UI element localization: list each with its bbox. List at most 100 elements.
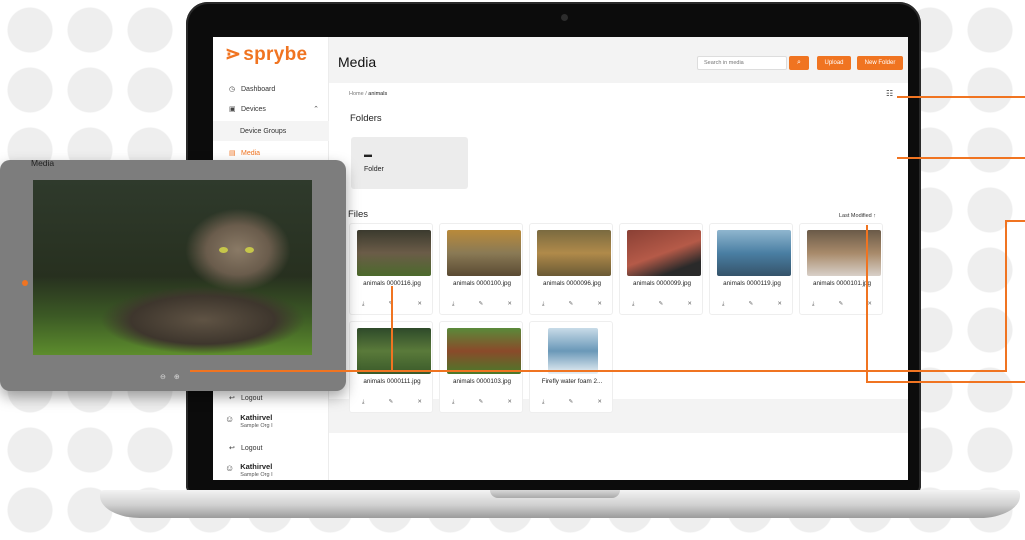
file-thumbnail [447, 328, 521, 374]
media-icon: ▤ [229, 150, 236, 157]
user-name: Kathirvel [240, 413, 273, 422]
sidebar-item-logout-2[interactable]: ↩ Logout [213, 438, 329, 458]
camera [561, 14, 568, 21]
zoom-in-icon[interactable]: ⊕ [174, 373, 180, 381]
brand-logo[interactable]: ⋗ sprybe [225, 43, 307, 66]
cat-eye [219, 247, 228, 253]
view-toggle-icon[interactable]: ☷ [886, 89, 893, 98]
sort-by-button[interactable]: Last Modified ↑ [839, 213, 876, 219]
page-title: Media [338, 54, 377, 70]
user-profile-2[interactable]: ☺ Kathirvel Sample Org I [225, 462, 325, 478]
file-thumbnail [357, 230, 431, 276]
laptop-notch [490, 490, 620, 498]
edit-icon[interactable]: ✎ [659, 301, 664, 308]
search-button[interactable]: ⌕ [789, 56, 809, 70]
file-thumbnail [447, 230, 521, 276]
user-name: Kathirvel [240, 462, 273, 471]
folders-heading: Folders [350, 113, 382, 124]
callout-line [897, 157, 1025, 159]
preview-title: Media [31, 158, 55, 168]
sidebar-item-dashboard[interactable]: ◷ Dashboard [213, 79, 329, 99]
file-card[interactable]: animals 0000119.jpg ⤓ ✎ ✕ [709, 223, 793, 315]
download-icon[interactable]: ⤓ [812, 301, 814, 308]
sort-arrow-icon: ↑ [873, 213, 876, 219]
logout-icon: ↩ [229, 395, 235, 402]
edit-icon[interactable]: ✎ [569, 301, 574, 308]
folder-card[interactable]: ▬ Folder [351, 137, 468, 189]
edit-icon[interactable]: ✎ [749, 301, 754, 308]
callout-line [190, 370, 1007, 372]
delete-icon[interactable]: ✕ [417, 301, 422, 308]
delete-icon[interactable]: ✕ [777, 301, 782, 308]
delete-icon[interactable]: ✕ [867, 301, 872, 308]
file-card[interactable]: animals 0000103.jpg ⤓ ✎ ✕ [439, 321, 523, 413]
file-thumbnail [807, 230, 881, 276]
download-icon[interactable]: ⤓ [452, 301, 454, 308]
callout-line [866, 225, 868, 382]
edit-icon[interactable]: ✎ [389, 399, 394, 406]
delete-icon[interactable]: ✕ [597, 399, 602, 406]
zoom-controls: ⊖ ⊕ [160, 373, 180, 381]
download-icon[interactable]: ⤓ [542, 301, 544, 308]
download-icon[interactable]: ⤓ [452, 399, 454, 406]
edit-icon[interactable]: ✎ [569, 399, 574, 406]
download-icon[interactable]: ⤓ [542, 399, 544, 406]
user-org: Sample Org I [240, 423, 273, 429]
files-heading: Files [348, 209, 369, 220]
file-card[interactable]: animals 0000100.jpg ⤓ ✎ ✕ [439, 223, 523, 315]
callout-line [897, 96, 1025, 98]
callout-line [1005, 220, 1025, 222]
callout-line [1005, 220, 1007, 370]
preview-handle[interactable] [22, 280, 28, 286]
sidebar-item-devices[interactable]: ▣ Devices ⌃ [213, 99, 329, 119]
callout-line [391, 286, 393, 370]
image-preview-window: Media ⊖ ⊕ [0, 158, 346, 391]
file-thumbnail [548, 328, 598, 374]
edit-icon[interactable]: ✎ [479, 301, 484, 308]
logo-icon: ⋗ [225, 44, 242, 65]
download-icon[interactable]: ⤓ [632, 301, 634, 308]
preview-image [33, 180, 312, 355]
file-thumbnail [627, 230, 701, 276]
download-icon[interactable]: ⤓ [362, 399, 364, 406]
zoom-out-icon[interactable]: ⊖ [160, 373, 166, 381]
upload-button[interactable]: Upload [817, 56, 851, 70]
file-thumbnail [717, 230, 791, 276]
file-thumbnail [357, 328, 431, 374]
download-icon[interactable]: ⤓ [722, 301, 724, 308]
chevron-up-icon: ⌃ [313, 106, 319, 113]
edit-icon[interactable]: ✎ [479, 399, 484, 406]
breadcrumb: Home / animals [349, 91, 388, 97]
breadcrumb-home[interactable]: Home [349, 91, 364, 97]
folder-icon: ▬ [364, 150, 372, 159]
callout-line [866, 381, 1025, 383]
search-icon: ⌕ [797, 59, 801, 66]
download-icon[interactable]: ⤓ [362, 301, 364, 308]
file-card[interactable]: Firefly water foam 2... ⤓ ✎ ✕ [529, 321, 613, 413]
devices-icon: ▣ [229, 106, 236, 113]
dashboard-icon: ◷ [229, 86, 236, 93]
delete-icon[interactable]: ✕ [507, 399, 512, 406]
user-icon: ☺ [225, 463, 235, 473]
user-profile[interactable]: ☺ Kathirvel Sample Org I [225, 413, 325, 429]
search-input[interactable] [697, 56, 787, 70]
main-area: Media ⌕ Upload New Folder Home / animals… [329, 37, 908, 480]
delete-icon[interactable]: ✕ [687, 301, 692, 308]
breadcrumb-current: animals [368, 91, 388, 97]
logout-icon: ↩ [229, 445, 235, 452]
user-icon: ☺ [225, 414, 235, 424]
lower-panel [329, 433, 908, 480]
edit-icon[interactable]: ✎ [839, 301, 844, 308]
sidebar-item-logout[interactable]: ↩ Logout [213, 388, 329, 408]
delete-icon[interactable]: ✕ [597, 301, 602, 308]
file-thumbnail [537, 230, 611, 276]
file-card[interactable]: animals 0000101.jpg ⤓ ✎ ✕ [799, 223, 883, 315]
file-card[interactable]: animals 0000099.jpg ⤓ ✎ ✕ [619, 223, 703, 315]
delete-icon[interactable]: ✕ [507, 301, 512, 308]
delete-icon[interactable]: ✕ [417, 399, 422, 406]
new-folder-button[interactable]: New Folder [857, 56, 903, 70]
media-browser: Home / animals ☷ Folders ▬ Folder Files … [329, 83, 908, 413]
cat-eye [245, 247, 254, 253]
file-card[interactable]: animals 0000096.jpg ⤓ ✎ ✕ [529, 223, 613, 315]
sidebar-item-device-groups[interactable]: Device Groups [213, 121, 329, 141]
